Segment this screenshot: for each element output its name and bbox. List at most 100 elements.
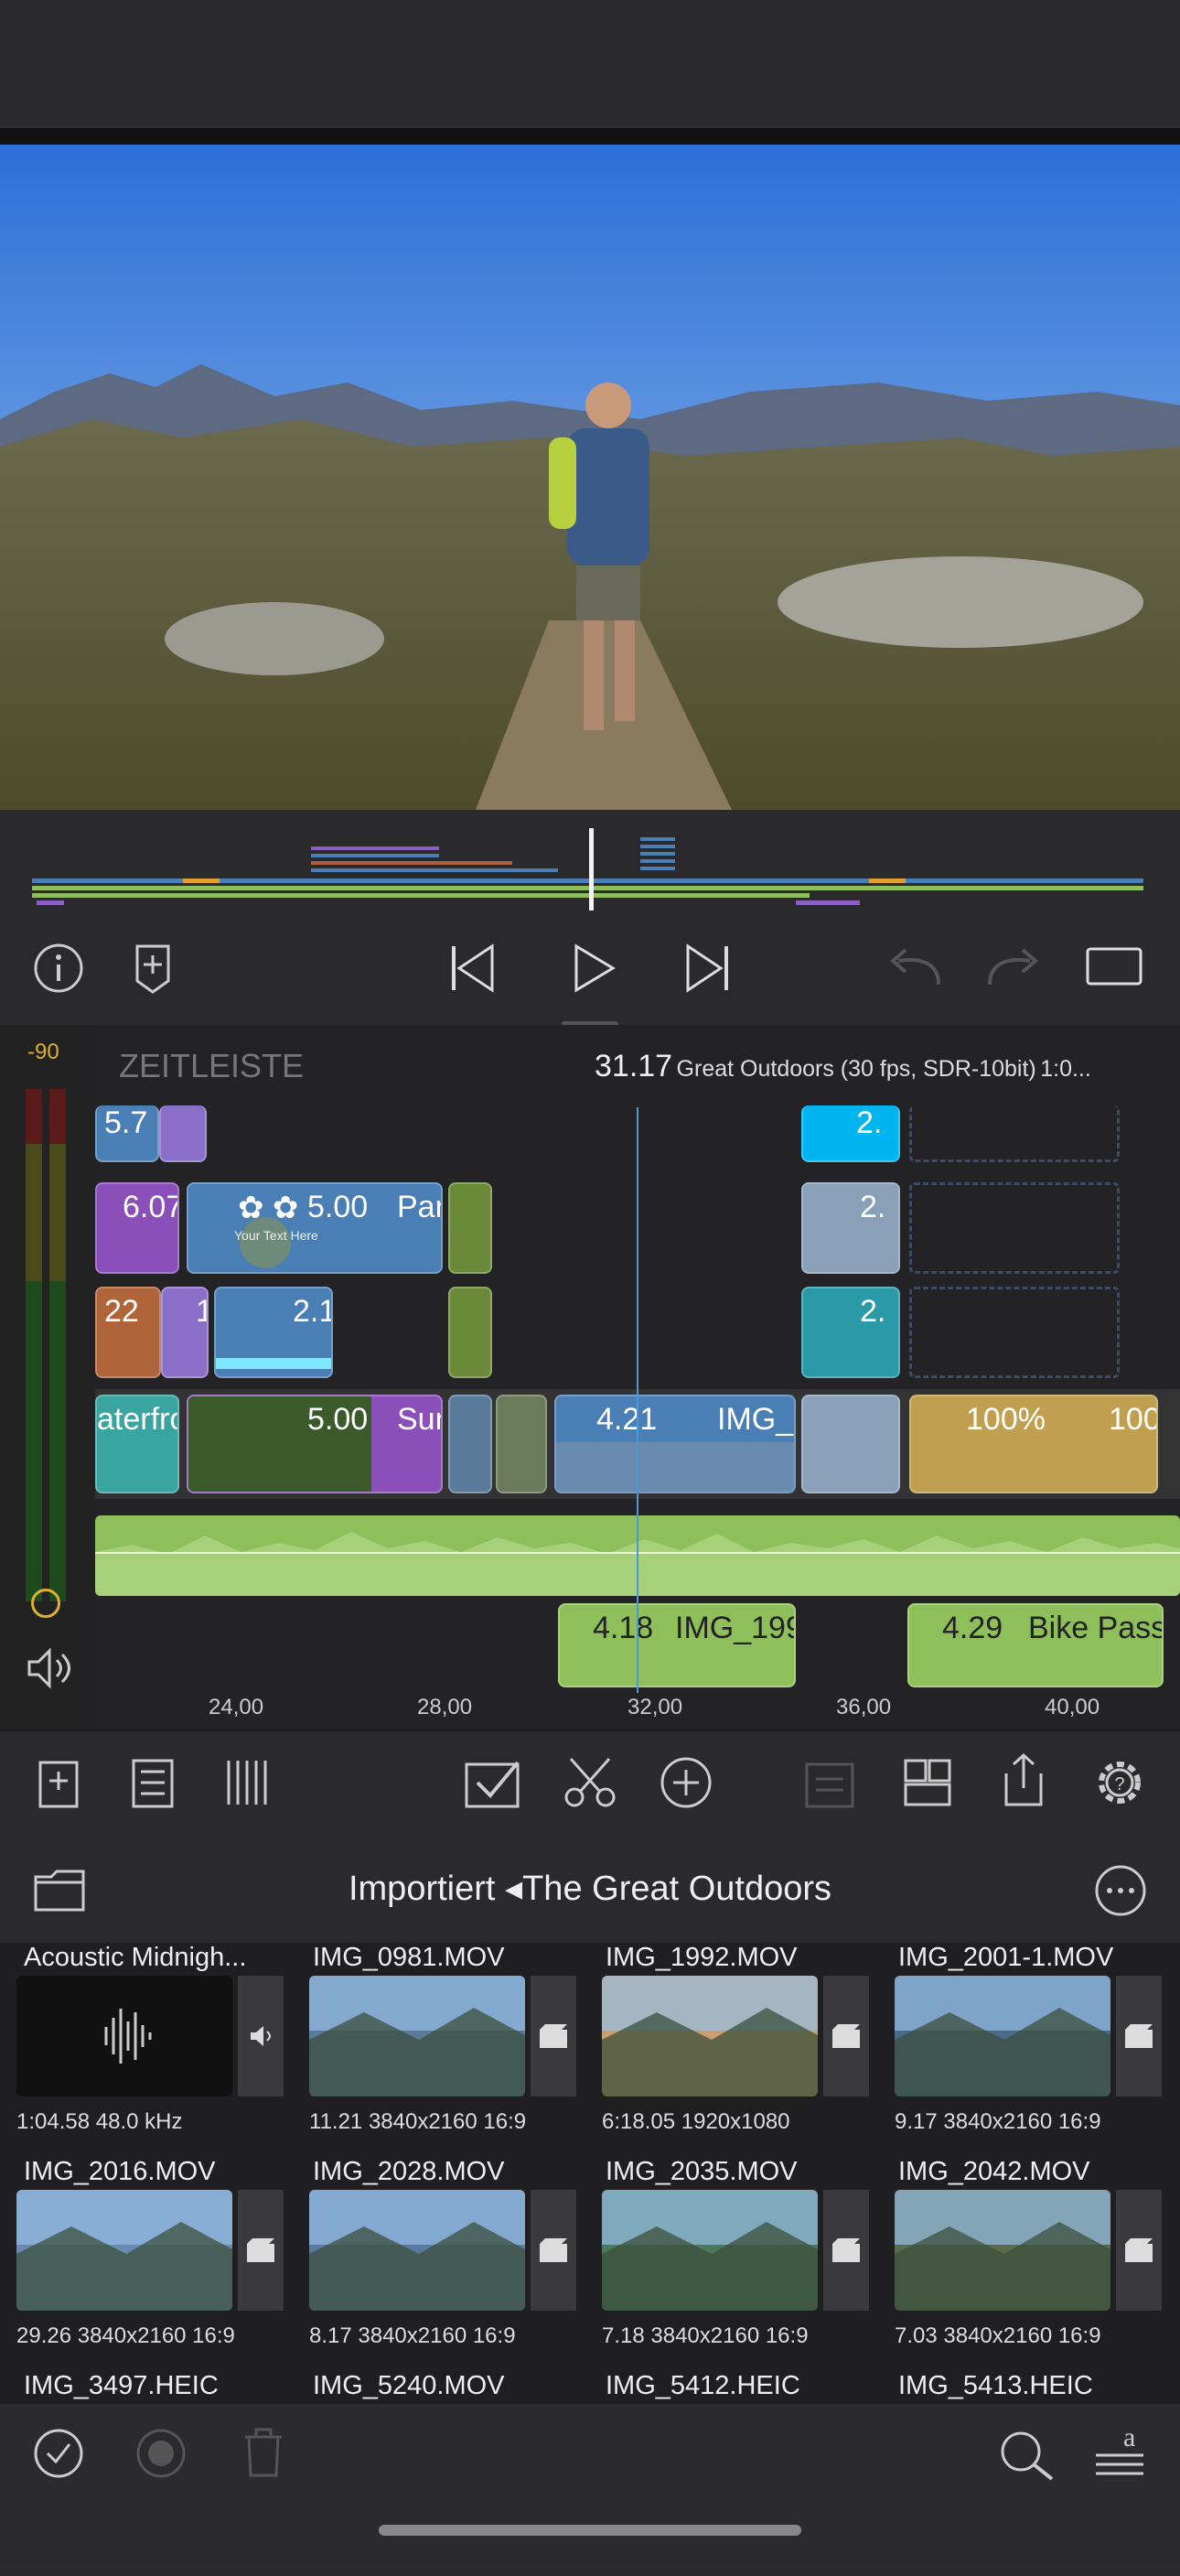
media-item-name: IMG_5240.MOV	[313, 2371, 505, 2400]
clip-main-thumb2[interactable]	[496, 1395, 547, 1493]
video-preview[interactable]	[0, 145, 1180, 810]
timeline[interactable]: ZEITLEISTE 31.17 Great Outdoors (30 fps,…	[0, 1025, 1180, 1730]
clip-main-e[interactable]: 100% 100	[909, 1395, 1158, 1493]
media-item-meta: 8.17 3840x2160 16:9	[309, 2323, 516, 2348]
paste-button[interactable]	[801, 1755, 858, 1815]
record-button[interactable]	[135, 2428, 187, 2484]
skip-forward-button[interactable]	[681, 943, 735, 994]
clip-audio-a[interactable]: 4.18 IMG_199	[558, 1603, 796, 1687]
preview-frame	[0, 145, 1180, 810]
meter-right	[49, 1089, 66, 1601]
select-button[interactable]	[463, 1755, 523, 1815]
gear-question-icon: ?	[1099, 1762, 1141, 1804]
settings-button[interactable]: ?	[1092, 1755, 1147, 1815]
timeline-info: 31.17 Great Outdoors (30 fps, SDR-10bit)…	[595, 1049, 1091, 1084]
clip-track1-c[interactable]: 2.	[801, 1105, 900, 1162]
media-item-name: IMG_2042.MOV	[898, 2157, 1090, 2186]
placeholder-slot-2[interactable]	[909, 1182, 1120, 1274]
ruler-label: 24,00	[209, 1695, 264, 1719]
clip-track3-thumb[interactable]	[448, 1287, 492, 1378]
overview-playhead[interactable]	[589, 828, 594, 911]
media-item[interactable]: IMG_2001-1.MOV 9.17 3840x2160 16:9	[891, 1943, 1165, 2148]
clip-track2-c[interactable]: 2.	[801, 1182, 900, 1274]
clip-track3-a[interactable]: 22	[95, 1287, 161, 1378]
media-item[interactable]: IMG_0981.MOV 11.21 3840x2160 16:9	[306, 1943, 580, 2148]
sort-button[interactable]: a	[1092, 2422, 1147, 2485]
redo-button[interactable]	[981, 944, 1045, 990]
timeline-overview[interactable]	[0, 810, 1180, 943]
skip-back-button[interactable]	[445, 943, 499, 994]
video-clip-icon	[1116, 2190, 1162, 2311]
split-button[interactable]	[562, 1755, 618, 1815]
media-item-name: IMG_3497.HEIC	[24, 2371, 219, 2400]
list-icon	[132, 1759, 174, 1808]
more-button[interactable]	[1094, 1864, 1147, 1922]
info-button[interactable]	[33, 943, 84, 994]
ruler-label: 28,00	[417, 1695, 473, 1719]
clip-thumbnail	[556, 1442, 794, 1492]
share-icon	[1004, 1752, 1043, 1806]
media-thumbnail	[16, 1976, 232, 2096]
clip-track3-c[interactable]: 2.1	[214, 1287, 333, 1378]
clip-main-d[interactable]	[801, 1395, 900, 1493]
media-item[interactable]: IMG_2035.MOV 7.18 3840x2160 16:9	[598, 2157, 873, 2362]
placeholder-slot-1[interactable]	[909, 1105, 1120, 1162]
clip-track2-a[interactable]: 6.07	[95, 1182, 179, 1274]
media-item-name: IMG_2016.MOV	[24, 2157, 216, 2186]
fullscreen-button[interactable]	[1085, 946, 1143, 986]
add-button[interactable]	[659, 1755, 713, 1815]
meter-peak-label: -90	[27, 1040, 59, 1064]
media-item[interactable]: IMG_1992.MOV 6:18.05 1920x1080	[598, 1943, 873, 2148]
media-thumbnail	[895, 2190, 1110, 2311]
waveform-icon	[104, 2009, 152, 2064]
sort-text-icon: a	[1096, 2422, 1143, 2475]
search-button[interactable]	[997, 2428, 1056, 2487]
media-browser[interactable]: Acoustic Midnigh... 1:04.58 48.0 kHz IMG_0…	[0, 1943, 1180, 2404]
inspector-button[interactable]	[128, 1755, 177, 1815]
landscape-preview	[16, 2190, 232, 2311]
path-root[interactable]: Importiert	[349, 1870, 495, 1908]
skip-forward-icon	[686, 943, 728, 993]
media-item[interactable]: Acoustic Midnigh... 1:04.58 48.0 kHz	[13, 1943, 287, 2148]
clip-main-a[interactable]: aterfro	[95, 1395, 179, 1493]
clip-main-thumb1[interactable]	[448, 1395, 492, 1493]
delete-button[interactable]	[241, 2426, 285, 2484]
overview-bars	[32, 828, 1143, 911]
media-item-name: IMG_5413.HEIC	[898, 2371, 1093, 2400]
media-item[interactable]: IMG_2016.MOV 29.26 3840x2160 16:9	[13, 2157, 287, 2362]
clip-main-b[interactable]: 5.00 Sur	[187, 1395, 443, 1493]
browser-path[interactable]: Importiert ◂The Great Outdoors	[0, 1868, 1180, 1909]
clip-track3-d[interactable]: 2.	[801, 1287, 900, 1378]
checkmark-circle-icon	[34, 2429, 83, 2478]
media-item-name: IMG_5412.HEIC	[606, 2371, 800, 2400]
meter-level-knob[interactable]	[31, 1589, 60, 1618]
placeholder-slot-3[interactable]	[909, 1287, 1120, 1378]
play-icon	[574, 943, 616, 993]
select-items-button[interactable]	[33, 2428, 84, 2484]
volume-button[interactable]	[24, 1644, 73, 1693]
landscape-preview	[309, 2190, 525, 2311]
undo-button[interactable]	[884, 944, 948, 990]
layout-button[interactable]	[902, 1755, 953, 1815]
record-icon	[136, 2429, 186, 2478]
add-to-timeline-button[interactable]	[35, 1755, 84, 1815]
play-button[interactable]	[567, 943, 618, 994]
clip-track1-a[interactable]: 5.7	[95, 1105, 159, 1162]
clip-track2-thumb[interactable]	[448, 1182, 492, 1274]
add-marker-button[interactable]	[130, 941, 176, 996]
clip-track3-b[interactable]: 1	[161, 1287, 209, 1378]
clip-track1-b[interactable]	[159, 1105, 207, 1162]
video-clip-icon	[823, 1976, 869, 2096]
ruler-label: 40,00	[1045, 1695, 1100, 1719]
landscape-preview	[895, 1976, 1110, 2096]
landscape-preview	[602, 2190, 818, 2311]
media-item[interactable]: IMG_2028.MOV 8.17 3840x2160 16:9	[306, 2157, 580, 2362]
timeline-playhead[interactable]	[637, 1107, 638, 1693]
clip-track2-title[interactable]: ✿ ✿ 5.00 Par Your Text Here	[187, 1182, 443, 1274]
share-button[interactable]	[999, 1751, 1048, 1815]
clip-audio-b[interactable]: 4.29 Bike Pass	[907, 1603, 1164, 1687]
track-settings-button[interactable]	[223, 1755, 278, 1815]
svg-text:a: a	[1123, 2422, 1135, 2452]
media-item[interactable]: IMG_2042.MOV 7.03 3840x2160 16:9	[891, 2157, 1165, 2362]
clip-main-c[interactable]: 4.21 IMG_	[554, 1395, 796, 1493]
